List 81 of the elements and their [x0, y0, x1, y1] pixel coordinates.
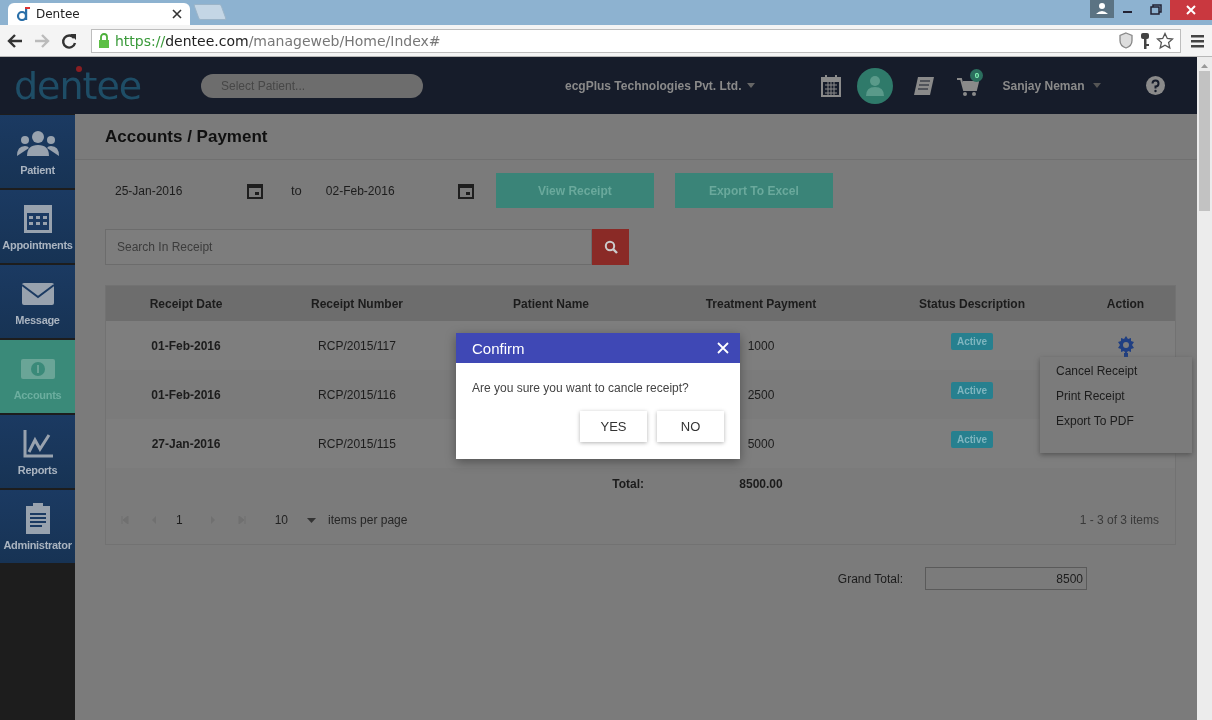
table-cell: 27-Jan-2016 — [151, 436, 221, 451]
table-cell: 1000 — [747, 338, 775, 353]
dialog-title: Confirm — [472, 339, 526, 357]
sidebar-label: Patient — [20, 163, 55, 176]
shield-icon[interactable] — [1118, 32, 1134, 49]
pager-summary: 1 - 3 of 3 items — [1079, 513, 1159, 527]
column-header: Status Description — [919, 296, 1025, 311]
url-text: https://dentee.com/manageweb/Home/Index# — [115, 32, 442, 49]
search-field[interactable]: Search In Receipt — [105, 229, 592, 265]
close-button[interactable] — [1170, 0, 1212, 20]
calendar-icon[interactable] — [247, 182, 263, 199]
key-icon[interactable] — [1139, 31, 1151, 50]
to-label: to — [291, 183, 302, 198]
company-name[interactable]: ecgPlus Technologies Pvt. Ltd. — [565, 78, 742, 93]
grand-total-field[interactable]: 8500 — [925, 567, 1087, 590]
status-badge: Active — [951, 431, 993, 448]
total-label: Total: — [612, 477, 644, 491]
sidebar-item[interactable]: Patient — [0, 115, 75, 188]
browser-tab[interactable]: Dentee — [8, 3, 190, 25]
back-icon[interactable] — [6, 31, 24, 50]
page-size-label: items per page — [328, 513, 408, 527]
star-icon[interactable] — [1156, 31, 1174, 50]
column-header: Receipt Date — [149, 296, 223, 311]
column-header: Patient Name — [513, 296, 589, 311]
sidebar-label: Administrator — [3, 538, 72, 551]
column-header: Receipt Number — [311, 296, 403, 311]
menu-item[interactable]: Export To PDF — [1056, 414, 1192, 428]
user-name[interactable]: Sanjay Neman — [1002, 78, 1085, 93]
menu-item[interactable]: Cancel Receipt — [1056, 364, 1192, 378]
table-cell: 01-Feb-2016 — [151, 387, 221, 402]
cart-count-badge: 0 — [970, 68, 984, 82]
date-field[interactable]: 02-Feb-2016 — [315, 182, 458, 199]
doctor-avatar-icon[interactable] — [857, 67, 894, 104]
table-cell: RCP/2015/117 — [318, 338, 396, 353]
sidebar-item[interactable]: Appointments — [0, 190, 75, 263]
no-button[interactable]: NO — [657, 411, 724, 442]
date-field[interactable]: 25-Jan-2016 — [105, 182, 247, 199]
profile-button[interactable] — [1090, 0, 1114, 18]
search-icon — [603, 240, 618, 254]
table-cell: 01-Feb-2016 — [151, 338, 221, 353]
calendar-icon[interactable] — [821, 74, 842, 97]
search-button[interactable] — [592, 229, 629, 265]
table-cell: 2500 — [747, 387, 775, 402]
menu-icon[interactable] — [1190, 32, 1206, 49]
caret-icon[interactable] — [307, 517, 317, 523]
status-badge: Active — [951, 333, 993, 350]
page-size-select[interactable]: 10 — [274, 513, 289, 527]
sidebar-label: Message — [15, 313, 60, 326]
address-bar[interactable]: https://dentee.com/manageweb/Home/Index# — [91, 28, 1181, 53]
table-cell: 5000 — [747, 436, 775, 451]
menu-item[interactable]: Print Receipt — [1056, 389, 1192, 403]
table-cell: RCP/2015/116 — [318, 387, 396, 402]
dialog-message: Are you sure you want to cancle receipt? — [472, 381, 690, 395]
page-title: Accounts / Payment — [105, 126, 268, 147]
calendar-icon[interactable] — [457, 182, 474, 199]
total-value: 8500.00 — [739, 477, 783, 491]
column-header: Action — [1106, 296, 1145, 311]
cart-icon[interactable] — [957, 76, 980, 97]
sidebar-label: Reports — [17, 463, 58, 476]
gear-icon[interactable] — [1115, 334, 1136, 357]
site-icon — [16, 7, 30, 21]
yes-button[interactable]: YES — [580, 411, 647, 442]
logo: dentee — [14, 63, 142, 108]
page-number[interactable]: 1 — [176, 513, 183, 527]
table-cell: RCP/2015/115 — [318, 436, 396, 451]
close-icon[interactable] — [172, 9, 182, 19]
scrollbar-thumb[interactable] — [1199, 71, 1210, 211]
sidebar-item[interactable]: Reports — [0, 415, 75, 488]
reload-icon[interactable] — [60, 31, 78, 50]
lock-icon — [98, 33, 110, 48]
caret-icon[interactable] — [747, 83, 756, 88]
book-icon[interactable] — [913, 75, 936, 96]
help-icon[interactable] — [1145, 76, 1165, 95]
tab-title: Dentee — [36, 7, 81, 21]
sidebar-label: Appointments — [2, 238, 73, 251]
grand-total-label: Grand Total: — [837, 571, 903, 586]
sidebar-item[interactable]: Administrator — [0, 490, 75, 563]
caret-icon[interactable] — [1092, 83, 1101, 88]
status-badge: Active — [951, 382, 993, 399]
sidebar-item[interactable]: Message — [0, 265, 75, 338]
column-header: Treatment Payment — [705, 296, 817, 311]
